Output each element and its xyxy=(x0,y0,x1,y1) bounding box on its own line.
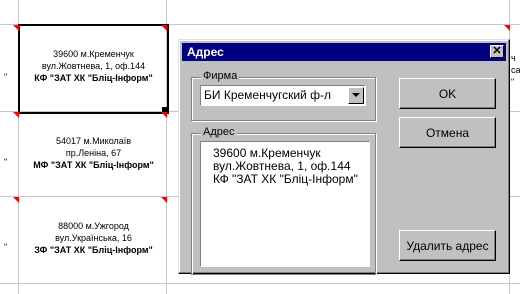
comment-marker xyxy=(161,197,167,203)
cell-line: са xyxy=(511,65,520,75)
address-line: КФ "ЗАТ ХК "Бліц-Інформ" xyxy=(213,172,358,186)
comment-marker xyxy=(161,112,167,118)
cell-line: КФ "ЗАТ ХК "Бліц-Інформ" xyxy=(34,73,153,83)
cell-fragment: " xyxy=(4,242,8,252)
firm-select-dropdown-button[interactable] xyxy=(348,87,364,104)
dialog-title: Адрес xyxy=(187,45,224,59)
cancel-button[interactable]: Отмена xyxy=(399,117,496,148)
cell-fragment: ч са " xyxy=(511,52,520,88)
cell-line: пр.Леніна, 67 xyxy=(65,148,122,158)
comment-marker xyxy=(13,197,19,203)
address-line: 39600 м.Кременчук xyxy=(213,146,321,160)
comment-marker xyxy=(13,112,19,118)
comment-marker xyxy=(504,25,510,31)
firm-group-label: Фирма xyxy=(201,70,240,82)
address-cell[interactable]: 39600 м.Кременчук вул.Жовтнева, 1, оф.14… xyxy=(20,48,167,84)
dialog-titlebar[interactable]: Адрес ✕ xyxy=(182,43,506,61)
grid-row-line xyxy=(0,283,520,284)
cell-line: ч xyxy=(511,53,516,63)
firm-select[interactable]: БИ Кременчугский ф-л xyxy=(200,85,366,106)
cell-fragment: " xyxy=(4,72,8,82)
cell-line: вул.Жовтнева, 1, оф.144 xyxy=(41,61,146,71)
comment-marker xyxy=(13,25,19,31)
cell-line: 54017 м.Миколаїв xyxy=(55,136,132,146)
cell-line: ЗФ "ЗАТ ХК "Бліц-Інформ" xyxy=(34,245,153,255)
address-line: вул.Жовтнева, 1, оф.144 xyxy=(213,159,351,173)
close-icon[interactable]: ✕ xyxy=(490,45,504,58)
cell-fragment: " xyxy=(4,157,8,167)
address-cell[interactable]: 88000 м.Ужгород вул.Українська, 16 ЗФ "З… xyxy=(20,220,167,256)
address-cell[interactable]: 54017 м.Миколаїв пр.Леніна, 67 МФ "ЗАТ Х… xyxy=(20,135,167,171)
address-textarea[interactable]: 39600 м.Кременчук вул.Жовтнева, 1, оф.14… xyxy=(200,141,370,267)
address-dialog: Адрес ✕ Фирма БИ Кременчугский ф-л Адрес… xyxy=(178,39,510,275)
firm-select-value: БИ Кременчугский ф-л xyxy=(204,88,331,102)
ok-button[interactable]: OK xyxy=(399,78,496,109)
cell-line: вул.Українська, 16 xyxy=(55,233,132,243)
cell-line: МФ "ЗАТ ХК "Бліц-Інформ" xyxy=(33,160,154,170)
cell-line: 39600 м.Кременчук xyxy=(53,49,134,59)
cell-line: 88000 м.Ужгород xyxy=(58,221,129,231)
comment-marker xyxy=(161,25,167,31)
chevron-down-icon xyxy=(352,93,360,97)
address-group-label: Адрес xyxy=(201,126,237,138)
cell-line: " xyxy=(511,77,515,87)
delete-address-button[interactable]: Удалить адрес xyxy=(399,230,496,261)
